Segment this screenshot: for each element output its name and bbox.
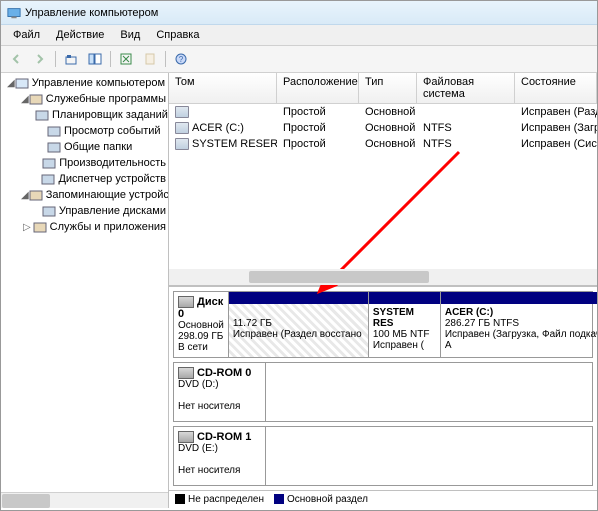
disk-icon [178, 431, 194, 443]
tree-item[interactable]: Общие папки [3, 139, 166, 155]
refresh-button[interactable] [115, 49, 137, 69]
tree-group[interactable]: ◢Служебные программы [3, 91, 166, 107]
volume-list-header: Том Расположение Тип Файловая система Со… [169, 73, 597, 104]
partition[interactable]: ACER (C:)286.27 ГБ NTFSИсправен (Загрузк… [441, 292, 597, 357]
tree-root[interactable]: ◢Управление компьютером (л [3, 75, 166, 91]
volume-scrollbar[interactable] [169, 269, 597, 285]
forward-button [29, 49, 51, 69]
tree-item[interactable]: Управление дисками [3, 203, 166, 219]
properties-button [139, 49, 161, 69]
tree-item[interactable]: Просмотр событий [3, 123, 166, 139]
window-title: Управление компьютером [25, 7, 158, 19]
app-icon [7, 6, 21, 20]
volume-row[interactable]: SYSTEM RESERVED Простой Основной NTFS Ис… [169, 136, 597, 152]
volume-icon [175, 138, 189, 150]
tree-group[interactable]: ◢Запоминающие устройст [3, 187, 166, 203]
partition[interactable]: 11.72 ГБИсправен (Раздел восстано [229, 292, 369, 357]
disk-icon [178, 296, 194, 308]
back-button [5, 49, 27, 69]
tree-scrollbar[interactable] [1, 492, 168, 508]
volume-row[interactable]: ACER (C:) Простой Основной NTFS Исправен… [169, 120, 597, 136]
up-button[interactable] [60, 49, 82, 69]
legend-unallocated: Не распределен [188, 494, 264, 505]
volume-row[interactable]: Простой Основной Исправен (Раздел восста… [169, 104, 597, 120]
legend: Не распределен Основной раздел [169, 490, 597, 508]
svg-text:?: ? [179, 55, 184, 64]
disk-info[interactable]: CD-ROM 0DVD (D:)Нет носителя [174, 363, 266, 421]
titlebar: Управление компьютером [1, 1, 597, 25]
menu-view[interactable]: Вид [112, 27, 148, 43]
tree-item[interactable]: Планировщик заданий [3, 107, 166, 123]
disk-row: Диск 0Основной298.09 ГБВ сети11.72 ГБИсп… [173, 291, 593, 358]
volume-icon [175, 122, 189, 134]
col-layout[interactable]: Расположение [277, 73, 359, 103]
partition[interactable]: SYSTEM RES100 МБ NTFИсправен ( [369, 292, 441, 357]
disk-icon [178, 367, 194, 379]
volume-list-space [169, 152, 597, 286]
content-panel: Том Расположение Тип Файловая система Со… [169, 73, 597, 508]
disk-pane: Диск 0Основной298.09 ГБВ сети11.72 ГБИсп… [169, 286, 597, 490]
col-fs[interactable]: Файловая система [417, 73, 515, 103]
disk-info[interactable]: Диск 0Основной298.09 ГБВ сети [174, 292, 229, 357]
menu-action[interactable]: Действие [48, 27, 112, 43]
tree-panel: ◢Управление компьютером (л◢Служебные про… [1, 73, 169, 508]
volume-list: Простой Основной Исправен (Раздел восста… [169, 104, 597, 152]
no-media [266, 363, 592, 421]
tree-item[interactable]: Диспетчер устройств [3, 171, 166, 187]
help-button[interactable]: ? [170, 49, 192, 69]
menu-help[interactable]: Справка [148, 27, 207, 43]
col-type[interactable]: Тип [359, 73, 417, 103]
tree-group[interactable]: ▷Службы и приложения [3, 219, 166, 235]
volume-icon [175, 106, 189, 118]
disk-row: CD-ROM 1DVD (E:)Нет носителя [173, 426, 593, 486]
col-status[interactable]: Состояние [515, 73, 597, 103]
menu-file[interactable]: Файл [5, 27, 48, 43]
toolbar: ? [1, 46, 597, 73]
no-media [266, 427, 592, 485]
legend-primary: Основной раздел [287, 494, 368, 505]
show-hide-button[interactable] [84, 49, 106, 69]
tree-item[interactable]: Производительность [3, 155, 166, 171]
col-volume[interactable]: Том [169, 73, 277, 103]
disk-info[interactable]: CD-ROM 1DVD (E:)Нет носителя [174, 427, 266, 485]
menubar: Файл Действие Вид Справка [1, 25, 597, 46]
disk-row: CD-ROM 0DVD (D:)Нет носителя [173, 362, 593, 422]
